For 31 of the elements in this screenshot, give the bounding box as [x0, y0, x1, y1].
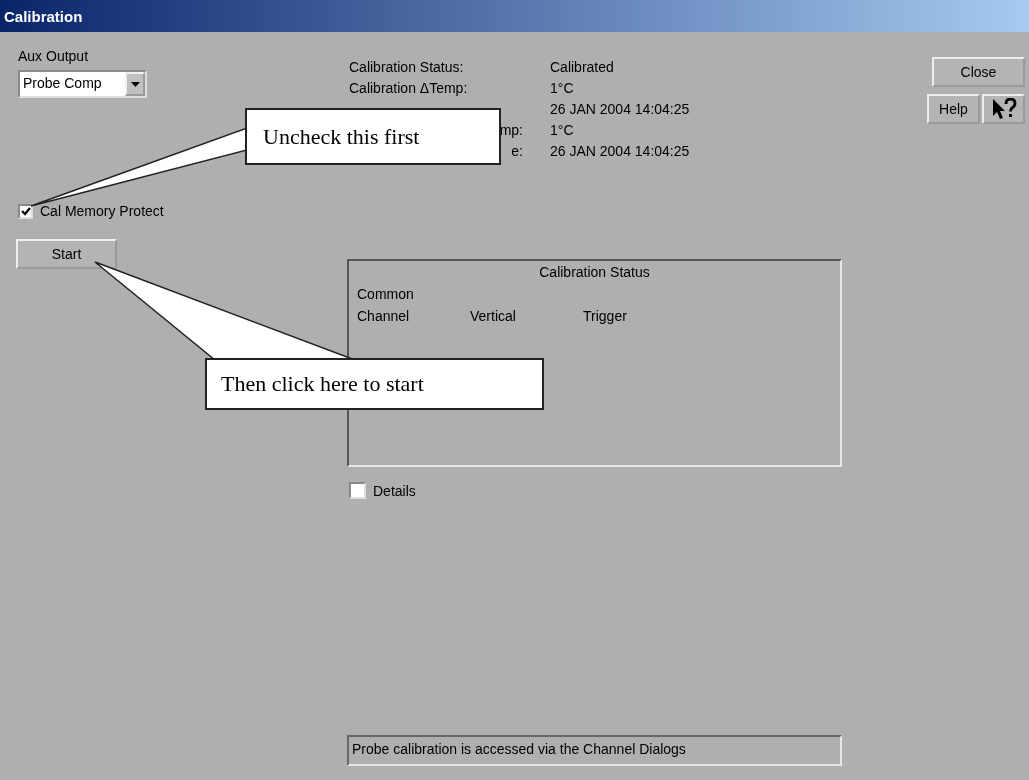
callout: Uncheck this first — [245, 108, 501, 165]
checkbox[interactable] — [18, 203, 33, 219]
info-label: e: — [511, 142, 523, 161]
dropdown-arrow-icon — [130, 81, 140, 87]
info-label: mp: — [499, 121, 523, 140]
info-label: Calibration ΔTemp: — [349, 79, 469, 98]
info-value: 1°C — [550, 79, 575, 98]
column-label: Vertical — [470, 308, 517, 324]
checkbox[interactable] — [349, 482, 366, 499]
info-value: 26 JAN 2004 14:04:25 — [550, 100, 691, 119]
callout: Then click here to start — [205, 358, 544, 410]
window-title: Calibration — [0, 0, 1029, 32]
aux-output-label: Aux Output — [18, 48, 90, 64]
column-label: Channel — [357, 308, 411, 324]
checkmark-icon — [20, 206, 31, 216]
checkbox-label: Details — [373, 482, 416, 499]
checkbox-label: Cal Memory Protect — [40, 203, 164, 219]
info-value: 1°C — [550, 121, 575, 140]
group-title: Calibration Status — [538, 264, 651, 280]
start-button[interactable]: Start — [16, 239, 117, 269]
close-button[interactable]: Close — [932, 57, 1025, 87]
info-value: 26 JAN 2004 14:04:25 — [550, 142, 691, 161]
pointer-question-icon — [990, 98, 1017, 120]
column-label: Trigger — [583, 308, 628, 324]
info-label: Calibration Status: — [349, 58, 465, 77]
aux-output-dropdown[interactable]: Probe Comp — [18, 70, 147, 98]
info-value: Calibrated — [550, 58, 615, 77]
context-help-button[interactable] — [982, 94, 1025, 124]
message-field: Probe calibration is accessed via the Channel Dialogs — [347, 735, 842, 766]
help-button[interactable]: Help — [927, 94, 980, 124]
status-label: Common — [357, 286, 415, 302]
